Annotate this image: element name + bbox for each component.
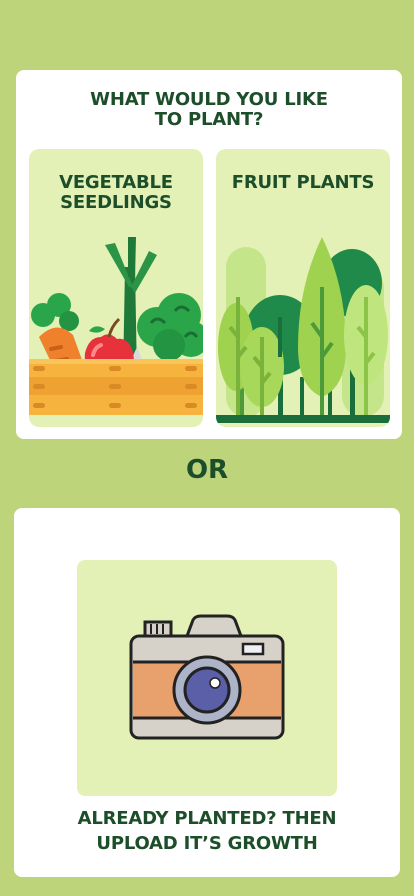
fruit-trees-icon (216, 237, 390, 423)
upload-growth-text[interactable]: ALREADY PLANTED? THEN UPLOAD IT’S GROWTH (14, 806, 400, 856)
fruit-plants-label: FRUIT PLANTS (231, 172, 375, 193)
plant-question-heading: WHAT WOULD YOU LIKE TO PLANT? (90, 89, 328, 130)
camera-icon (129, 614, 285, 740)
or-divider: OR (185, 455, 229, 485)
plant-choice-card: WHAT WOULD YOU LIKE TO PLANT? VEGETABLE … (16, 70, 402, 439)
fruit-plants-option[interactable]: FRUIT PLANTS (216, 149, 390, 427)
vegetable-seedlings-label: VEGETABLE SEEDLINGS (59, 172, 173, 213)
camera-upload-button[interactable] (77, 560, 337, 796)
vegetable-crate-icon (29, 237, 203, 415)
upload-card: ALREADY PLANTED? THEN UPLOAD IT’S GROWTH (14, 508, 400, 877)
vegetable-seedlings-option[interactable]: VEGETABLE SEEDLINGS (29, 149, 203, 427)
